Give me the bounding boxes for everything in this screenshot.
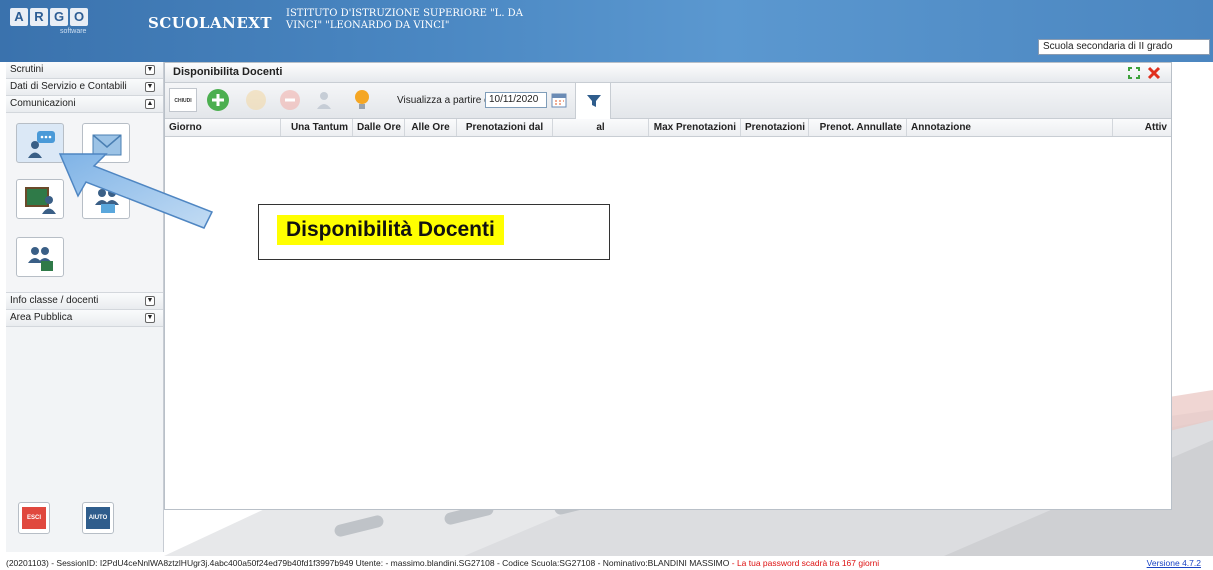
panel-title: Disponibilita Docenti xyxy=(173,66,283,78)
grid-body xyxy=(165,137,1171,507)
sidebar-item-dati-servizio[interactable]: Dati di Servizio e Contabili ▼ xyxy=(6,79,163,96)
people-board-icon xyxy=(28,247,53,271)
esci-label: ESCI xyxy=(22,507,46,529)
sidebar-item-label: Scrutini xyxy=(10,64,44,75)
close-icon[interactable] xyxy=(1147,66,1161,80)
status-bar: (20201103) - SessionID: I2PdU4ceNnlWA8zt… xyxy=(0,556,1213,570)
filter-button[interactable] xyxy=(575,83,611,119)
sidebar-item-label: Dati di Servizio e Contabili xyxy=(10,81,127,92)
date-filter-input[interactable]: 10/11/2020 xyxy=(485,92,547,108)
users-icon[interactable] xyxy=(313,87,339,113)
sidebar-item-label: Info classe / docenti xyxy=(10,295,99,306)
column-header[interactable]: Alle Ore xyxy=(405,119,457,136)
column-header[interactable]: Prenotazioni xyxy=(741,119,809,136)
callout-arrow xyxy=(58,153,214,229)
disponibilita-panel: Disponibilita Docenti CHIUDI Visualizza … xyxy=(164,62,1172,510)
app-title: SCUOLANEXT xyxy=(148,14,273,32)
add-icon[interactable] xyxy=(205,87,231,113)
logo-letter: O xyxy=(70,8,88,26)
lightbulb-icon[interactable] xyxy=(349,87,375,113)
sidebar-item-comunicazioni[interactable]: Comunicazioni ▲ xyxy=(6,96,163,113)
column-header[interactable]: Attiv xyxy=(1113,119,1171,136)
logo-subtitle: software xyxy=(60,28,87,35)
aiuto-button[interactable]: AIUTO xyxy=(82,502,114,534)
panel-controls xyxy=(1127,66,1161,80)
delete-icon[interactable] xyxy=(277,87,303,113)
column-header[interactable]: Giorno xyxy=(165,119,281,136)
collapse-icon[interactable]: ▲ xyxy=(145,99,155,109)
chiudi-button[interactable]: CHIUDI xyxy=(169,88,197,112)
sidebar-item-label: Comunicazioni xyxy=(10,98,76,109)
grid-header: Giorno Una Tantum Dalle Ore Alle Ore Pre… xyxy=(165,119,1171,137)
logo-letter: G xyxy=(50,8,68,26)
sidebar-item-info-classe[interactable]: Info classe / docenti ▼ xyxy=(6,293,163,310)
expand-icon[interactable]: ▼ xyxy=(145,313,155,323)
sidebar-item-label: Area Pubblica xyxy=(10,312,73,323)
logo-letter: R xyxy=(30,8,48,26)
panel-title-bar: Disponibilita Docenti xyxy=(165,63,1171,83)
session-info: (20201103) - SessionID: I2PdU4ceNnlWA8zt… xyxy=(6,558,730,568)
maximize-icon[interactable] xyxy=(1127,66,1141,80)
esci-button[interactable]: ESCI xyxy=(18,502,50,534)
password-warning: - La tua password scadrà tra 167 giorni xyxy=(731,558,880,568)
expand-icon[interactable]: ▼ xyxy=(145,296,155,306)
school-name: ISTITUTO D'ISTRUZIONE SUPERIORE "L. DA V… xyxy=(286,8,523,31)
column-header[interactable]: Prenot. Annullate xyxy=(809,119,907,136)
column-header[interactable]: Annotazione xyxy=(907,119,1113,136)
callout-text: Disponibilità Docenti xyxy=(277,215,504,245)
school-type-select[interactable]: Scuola secondaria di II grado xyxy=(1038,39,1210,55)
column-header[interactable]: al xyxy=(553,119,649,136)
version-link[interactable]: Versione 4.7.2 xyxy=(1147,558,1201,568)
sidebar: Scrutini ▼ Dati di Servizio e Contabili … xyxy=(6,62,164,552)
column-header[interactable]: Una Tantum xyxy=(281,119,353,136)
argo-logo: A R G O xyxy=(10,8,88,26)
callout-box: Disponibilità Docenti xyxy=(258,204,610,260)
expand-icon[interactable]: ▼ xyxy=(145,82,155,92)
column-header[interactable]: Prenotazioni dal xyxy=(457,119,553,136)
column-header[interactable]: Dalle Ore xyxy=(353,119,405,136)
calendar-icon[interactable] xyxy=(551,92,567,108)
filter-icon xyxy=(587,95,601,107)
sidebar-bottom-buttons: ESCI AIUTO xyxy=(18,502,114,534)
column-header[interactable]: Max Prenotazioni xyxy=(649,119,741,136)
sidebar-item-area-pubblica[interactable]: Area Pubblica ▼ xyxy=(6,310,163,327)
edit-icon[interactable] xyxy=(243,87,269,113)
expand-icon[interactable]: ▼ xyxy=(145,65,155,75)
aiuto-label: AIUTO xyxy=(86,507,110,529)
panel-toolbar: CHIUDI Visualizza a partire dal: 10/11/2… xyxy=(165,83,1171,119)
app-header: A R G O software SCUOLANEXT ISTITUTO D'I… xyxy=(0,0,1213,62)
logo-letter: A xyxy=(10,8,28,26)
sidebar-item-scrutini[interactable]: Scrutini ▼ xyxy=(6,62,163,79)
parents-meeting-button[interactable] xyxy=(16,237,64,277)
